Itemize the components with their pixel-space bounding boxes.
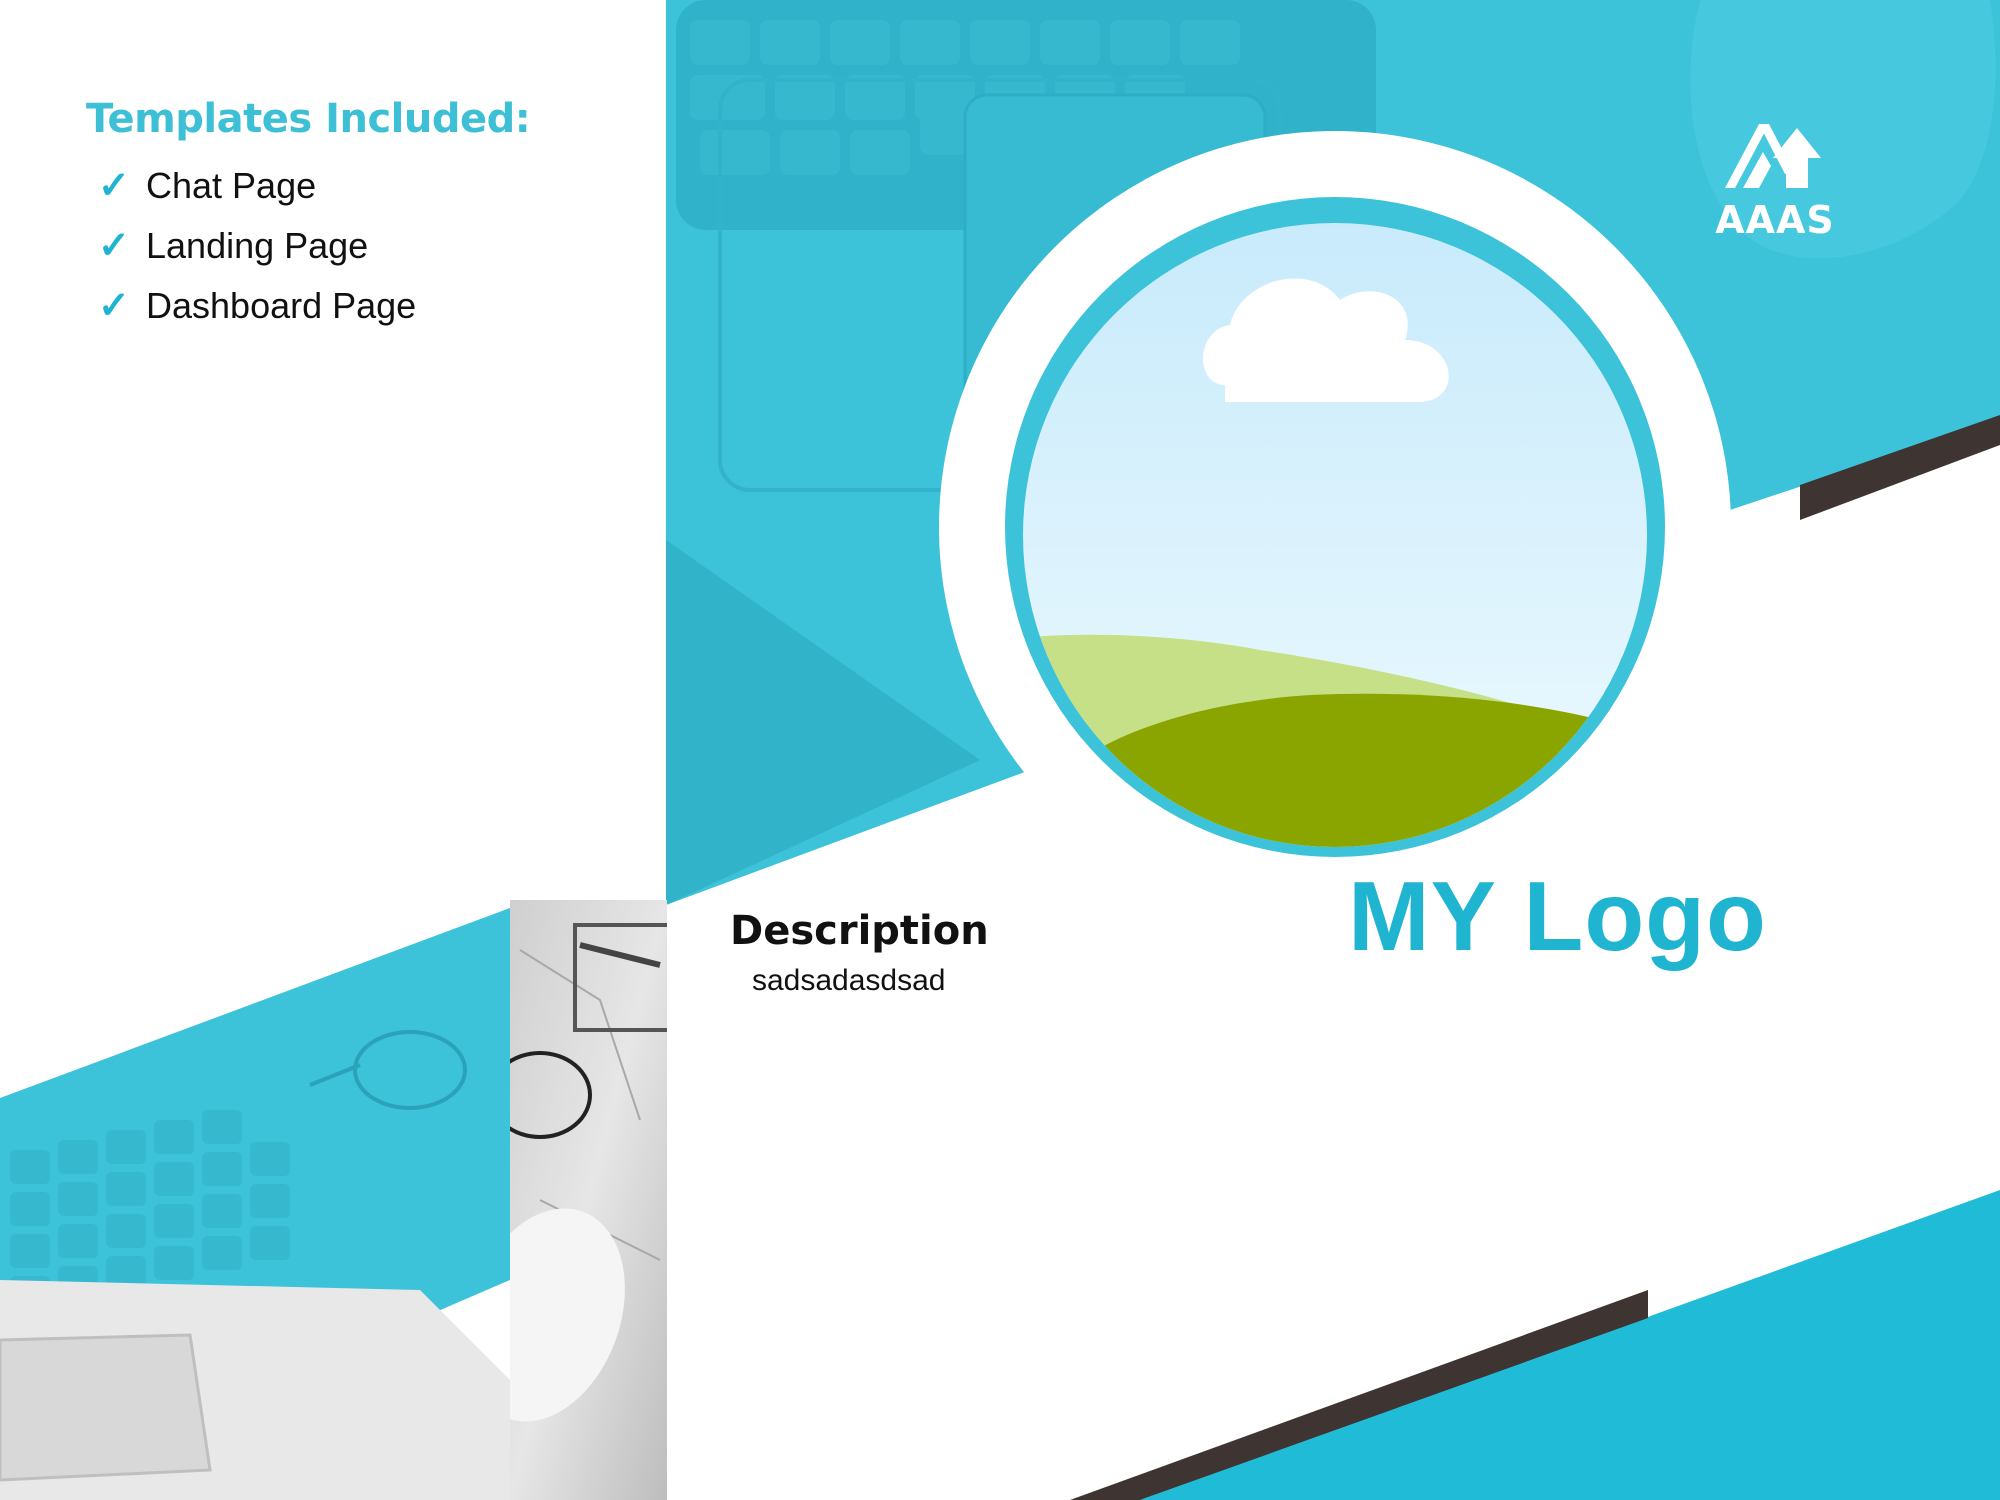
description-section: Description sadsadasdsad — [730, 908, 989, 998]
check-icon: ✓ — [98, 165, 130, 207]
laptop-corner — [0, 1280, 510, 1500]
mountain-arrow-logo-icon — [1725, 124, 1821, 188]
list-item: ✓ Chat Page — [86, 156, 530, 216]
description-text: sadsadasdsad — [752, 964, 946, 997]
templates-title: Templates Included: — [86, 96, 531, 142]
list-item: ✓ Landing Page — [86, 216, 530, 276]
templates-list: ✓ Chat Page ✓ Landing Page ✓ Dashboard P… — [86, 156, 530, 336]
description-title: Description — [730, 908, 989, 954]
template-item-label: Dashboard Page — [146, 285, 417, 326]
check-icon: ✓ — [98, 285, 130, 327]
templates-section: Templates Included: ✓ Chat Page ✓ Landin… — [86, 96, 531, 336]
check-icon: ✓ — [98, 225, 130, 267]
landscape-image-placeholder — [939, 131, 1731, 923]
template-item-label: Landing Page — [146, 225, 369, 266]
template-item-label: Chat Page — [146, 165, 317, 206]
list-item: ✓ Dashboard Page — [86, 276, 530, 336]
brand-logo: AAAS — [1712, 118, 1838, 242]
main-title: MY Logo — [1348, 861, 1767, 971]
brand-name: AAAS — [1715, 198, 1835, 242]
